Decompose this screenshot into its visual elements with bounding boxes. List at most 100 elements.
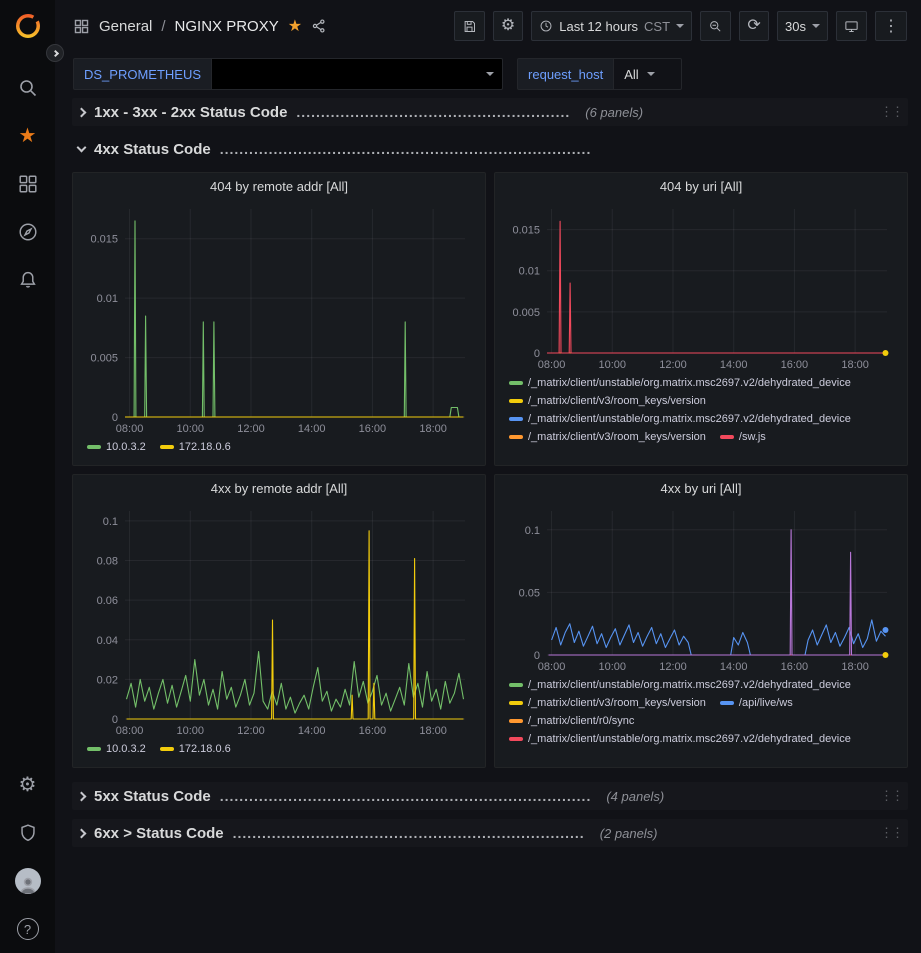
breadcrumb: General / NGINX PROXY ★ xyxy=(73,16,327,36)
panel-title[interactable]: 4xx by uri [All] xyxy=(495,475,907,503)
row-title-dots: ........................................… xyxy=(296,104,570,120)
panel-title[interactable]: 404 by uri [All] xyxy=(495,173,907,201)
sidebar-item-help[interactable]: ? xyxy=(0,905,55,953)
refresh-button[interactable]: ⟳ xyxy=(739,11,769,41)
x-axis-tick-label: 16:00 xyxy=(781,661,809,673)
legend-item[interactable]: /_matrix/client/v3/room_keys/version xyxy=(509,697,706,709)
sidebar: ★ ⚙ xyxy=(0,0,55,953)
question-icon: ? xyxy=(17,918,39,940)
y-axis-tick-label: 0.015 xyxy=(512,225,540,237)
chart-legend: /_matrix/client/unstable/org.matrix.msc2… xyxy=(495,675,907,767)
dashboard-canvas: 1xx - 3xx - 2xx Status Code ............… xyxy=(55,96,921,953)
row-title-dots: ........................................… xyxy=(220,788,592,804)
x-axis-tick-label: 12:00 xyxy=(237,423,265,435)
row-6xx-status-code[interactable]: 6xx > Status Code ......................… xyxy=(72,819,908,847)
refresh-interval-dropdown[interactable]: 30s xyxy=(777,11,828,41)
chart-404-by-remote-addr[interactable]: 00.0050.010.01508:0010:0012:0014:0016:00… xyxy=(81,201,479,437)
row-1xx-3xx-2xx-status-code[interactable]: 1xx - 3xx - 2xx Status Code ............… xyxy=(72,98,908,126)
save-dashboard-button[interactable] xyxy=(454,11,485,41)
x-axis-tick-label: 14:00 xyxy=(720,661,748,673)
chevron-right-icon xyxy=(51,49,58,56)
legend-item[interactable]: /api/live/ws xyxy=(720,697,793,709)
legend-swatch xyxy=(509,381,523,385)
x-axis-tick-label: 12:00 xyxy=(659,359,687,371)
row-5xx-status-code[interactable]: 5xx Status Code ........................… xyxy=(72,782,908,810)
sidebar-item-explore[interactable] xyxy=(0,208,55,256)
dashboard-title[interactable]: NGINX PROXY xyxy=(175,18,279,35)
legend-item[interactable]: 10.0.3.2 xyxy=(87,743,146,755)
panel-grid-4xx: 404 by remote addr [All] 00.0050.010.015… xyxy=(72,172,908,768)
sidebar-item-search[interactable] xyxy=(0,64,55,112)
sidebar-item-server-admin[interactable] xyxy=(0,809,55,857)
x-axis-tick-label: 18:00 xyxy=(841,359,869,371)
legend-item[interactable]: /_matrix/client/unstable/org.matrix.msc2… xyxy=(509,679,851,691)
x-axis-tick-label: 08:00 xyxy=(538,661,566,673)
time-range-picker[interactable]: Last 12 hours CST xyxy=(531,11,692,41)
row-4xx-status-code[interactable]: 4xx Status Code ........................… xyxy=(72,135,908,163)
legend-label: 10.0.3.2 xyxy=(106,743,146,755)
x-axis-tick-label: 16:00 xyxy=(359,423,387,435)
panel-404-by-uri: 404 by uri [All] 00.0050.010.01508:0010:… xyxy=(494,172,908,466)
legend-swatch xyxy=(720,701,734,705)
legend-item[interactable]: /_matrix/client/unstable/org.matrix.msc2… xyxy=(509,733,851,745)
legend-item[interactable]: 172.18.0.6 xyxy=(160,743,231,755)
panel-title[interactable]: 404 by remote addr [All] xyxy=(73,173,485,201)
zoom-out-button[interactable] xyxy=(700,11,731,41)
tv-mode-button[interactable] xyxy=(836,11,867,41)
legend-label: /_matrix/client/v3/room_keys/version xyxy=(528,697,706,709)
sidebar-item-profile[interactable] xyxy=(0,857,55,905)
legend-item[interactable]: /_matrix/client/unstable/org.matrix.msc2… xyxy=(509,377,851,389)
x-axis-tick-label: 18:00 xyxy=(419,423,447,435)
x-axis-tick-label: 10:00 xyxy=(599,661,627,673)
legend-item[interactable]: /sw.js xyxy=(720,431,766,443)
sidebar-item-alerting[interactable] xyxy=(0,256,55,304)
breadcrumb-section[interactable]: General xyxy=(99,18,152,35)
row-drag-handle[interactable]: ⋮⋮ xyxy=(880,788,902,804)
y-axis-tick-label: 0.015 xyxy=(90,234,118,246)
legend-item[interactable]: /_matrix/client/unstable/org.matrix.msc2… xyxy=(509,413,851,425)
sidebar-expand-button[interactable] xyxy=(46,44,64,62)
y-axis-tick-label: 0.005 xyxy=(512,307,540,319)
variable-value: All xyxy=(624,67,638,82)
sidebar-item-starred[interactable]: ★ xyxy=(0,112,55,160)
x-axis-tick-label: 10:00 xyxy=(177,423,205,435)
x-axis-tick-label: 12:00 xyxy=(659,661,687,673)
chart-legend: 10.0.3.2 172.18.0.6 xyxy=(73,437,485,466)
legend-item[interactable]: /_matrix/client/r0/sync xyxy=(509,715,634,727)
series-line xyxy=(127,652,464,714)
legend-label: /_matrix/client/unstable/org.matrix.msc2… xyxy=(528,377,851,389)
chart-404-by-uri[interactable]: 00.0050.010.01508:0010:0012:0014:0016:00… xyxy=(503,201,901,373)
chart-legend: 10.0.3.2 172.18.0.6 xyxy=(73,739,485,768)
legend-item[interactable]: 10.0.3.2 xyxy=(87,441,146,453)
row-title-dots: ........................................… xyxy=(220,141,592,157)
variable-value-dropdown[interactable] xyxy=(211,58,503,90)
x-axis-tick-label: 16:00 xyxy=(359,725,387,737)
x-axis-tick-label: 08:00 xyxy=(116,725,144,737)
legend-label: /sw.js xyxy=(739,431,766,443)
chart-4xx-by-uri[interactable]: 00.050.108:0010:0012:0014:0016:0018:00 xyxy=(503,503,901,675)
series-end-marker xyxy=(882,652,888,658)
variable-value-dropdown[interactable]: All xyxy=(613,58,681,90)
share-icon[interactable] xyxy=(311,18,327,34)
legend-item[interactable]: /_matrix/client/v3/room_keys/version xyxy=(509,395,706,407)
legend-item[interactable]: /_matrix/client/v3/room_keys/version xyxy=(509,431,706,443)
x-axis-tick-label: 14:00 xyxy=(298,725,326,737)
dashboard-settings-button[interactable]: ⚙ xyxy=(493,11,523,41)
y-axis-tick-label: 0.01 xyxy=(519,266,540,278)
chevron-down-icon xyxy=(676,24,684,28)
legend-label: /_matrix/client/v3/room_keys/version xyxy=(528,431,706,443)
sidebar-item-dashboards[interactable] xyxy=(0,160,55,208)
row-drag-handle[interactable]: ⋮⋮ xyxy=(880,825,902,841)
sidebar-item-configuration[interactable]: ⚙ xyxy=(0,761,55,809)
row-drag-handle[interactable]: ⋮⋮ xyxy=(880,104,902,120)
more-options-button[interactable]: ⋮ xyxy=(875,11,907,41)
zoom-out-icon xyxy=(708,19,723,34)
panel-title[interactable]: 4xx by remote addr [All] xyxy=(73,475,485,503)
series-line xyxy=(547,221,886,353)
favorite-star-icon[interactable]: ★ xyxy=(288,16,302,36)
clock-icon xyxy=(539,19,553,33)
chart-4xx-by-remote-addr[interactable]: 00.020.040.060.080.108:0010:0012:0014:00… xyxy=(81,503,479,739)
grafana-logo[interactable] xyxy=(12,10,44,42)
legend-swatch xyxy=(720,435,734,439)
legend-item[interactable]: 172.18.0.6 xyxy=(160,441,231,453)
